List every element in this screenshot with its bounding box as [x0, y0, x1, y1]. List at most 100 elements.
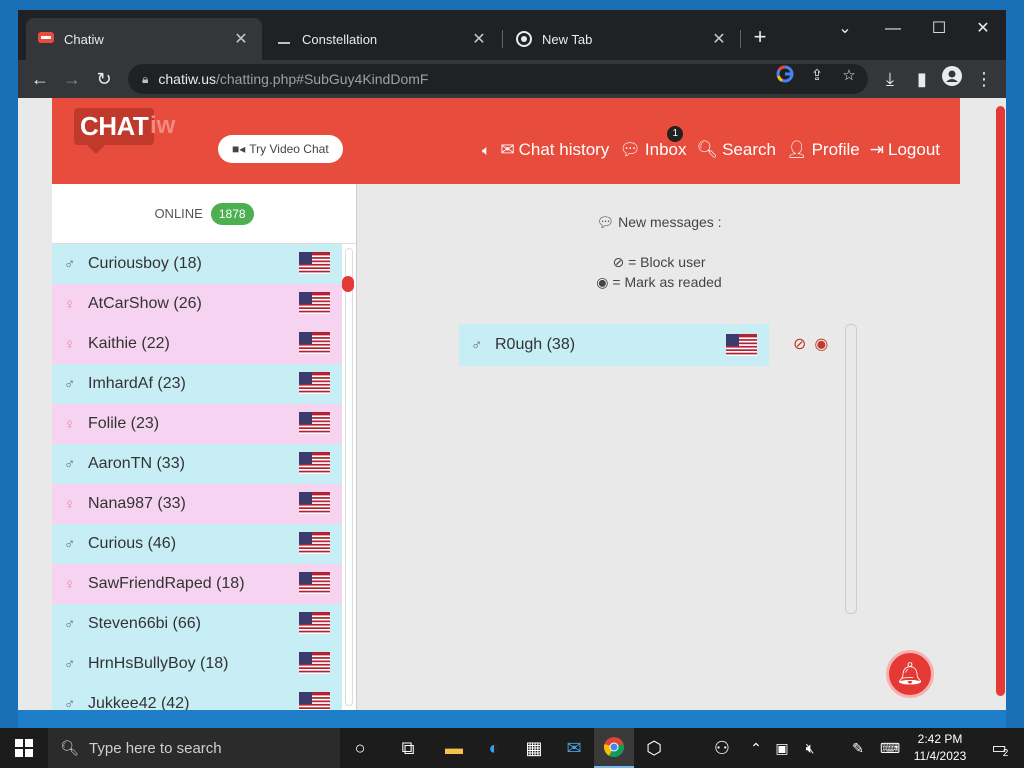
close-tab-icon[interactable]: ✕ — [710, 29, 728, 49]
us-flag-icon — [299, 292, 330, 314]
chatiw-logo[interactable]: CHAT iw — [74, 108, 186, 154]
scrollbar-thumb[interactable] — [342, 276, 354, 292]
task-view-icon[interactable]: ⧉ — [388, 728, 428, 768]
female-icon: ♀ — [64, 415, 76, 433]
user-list-item[interactable]: ♀ Nana987 (33) — [52, 484, 342, 524]
user-list-item[interactable]: ♂ AaronTN (33) — [52, 444, 342, 484]
menu-kebab-icon[interactable]: ⋮ — [970, 65, 998, 93]
chat-app: CHAT iw ■◂ Try Video Chat 🔈︎ ✉ Chat hist… — [52, 98, 960, 710]
block-user-button[interactable]: ⊘ — [793, 334, 806, 354]
windows-taskbar: 🔍︎ Type here to search ○ ⧉ ▬ ◐ ▦ ✉ ⬡ ⚇ ⌃… — [0, 728, 1024, 768]
store-icon[interactable]: ▦ — [514, 728, 554, 768]
file-explorer-icon[interactable]: ▬ — [434, 728, 474, 768]
video-camera-icon: ■◂ — [232, 142, 246, 156]
virtualbox-icon[interactable]: ⬡ — [634, 728, 674, 768]
google-icon[interactable] — [774, 65, 796, 87]
notification-bell-button[interactable]: 🔔︎ — [886, 650, 934, 698]
user-list-item[interactable]: ♂ Curious (46) — [52, 524, 342, 564]
user-list-scrollbar[interactable] — [342, 244, 356, 710]
user-list: ♂ Curiousboy (18) ♀ AtCarShow (26) ♀ Kaithie … — [52, 244, 342, 710]
conversation-actions: ⊘ ◉ — [793, 334, 828, 354]
user-list-item[interactable]: ♀ Kaithie (22) — [52, 324, 342, 364]
tab-search-icon[interactable]: ⌄ — [822, 14, 868, 44]
comment-icon: 💬︎ — [596, 214, 615, 230]
user-list-item[interactable]: ♀ SawFriendRaped (18) — [52, 564, 342, 604]
back-button[interactable]: ← — [26, 65, 54, 93]
us-flag-icon — [299, 492, 330, 514]
user-list-item[interactable]: ♂ ImhardAf (23) — [52, 364, 342, 404]
keyboard-icon[interactable]: ⌨ — [876, 728, 904, 768]
nav-chat-history[interactable]: ✉ Chat history — [500, 140, 609, 160]
comment-icon: 💬︎ — [619, 140, 641, 159]
tab-constellation[interactable]: Constellation ✕ — [264, 18, 500, 60]
blank-favicon-icon — [276, 31, 292, 47]
forward-button[interactable]: → — [58, 65, 86, 93]
tab-strip: Chatiw ✕ Constellation ✕ New Tab ✕ + ⌄ —… — [18, 10, 1006, 60]
share-icon[interactable]: ⇪ — [806, 65, 828, 87]
user-list-item[interactable]: ♂ HrnHsBullyBoy (18) — [52, 644, 342, 684]
user-list-item[interactable]: ♂ Steven66bi (66) — [52, 604, 342, 644]
nav-inbox[interactable]: 💬︎ Inbox 1 — [619, 126, 687, 160]
female-icon: ♀ — [64, 495, 76, 513]
search-icon: 🔍︎ — [696, 140, 719, 159]
nav-search[interactable]: 🔍︎ Search — [697, 140, 776, 160]
user-list-item[interactable]: ♀ AtCarShow (26) — [52, 284, 342, 324]
conversation-scrollbar[interactable] — [845, 324, 857, 614]
nav-profile[interactable]: 👤︎ Profile — [786, 140, 860, 160]
lock-icon: 🔒︎ — [142, 71, 149, 86]
tab-separator — [502, 30, 503, 48]
maximize-button[interactable]: ☐ — [916, 14, 962, 44]
conversation-item[interactable]: ♂ R0ugh (38) — [459, 324, 769, 366]
cortana-icon[interactable]: ○ — [340, 728, 380, 768]
pen-icon[interactable]: ✎ — [844, 728, 872, 768]
volume-muted-icon[interactable]: 🔇︎ — [796, 728, 824, 768]
chrome-taskbar-icon[interactable] — [594, 728, 634, 768]
page-scrollbar[interactable] — [994, 98, 1006, 710]
male-icon: ♂ — [64, 615, 76, 633]
notification-center-icon[interactable]: ▭ 2 — [980, 728, 1020, 768]
user-list-item[interactable]: ♀ Folile (23) — [52, 404, 342, 444]
bookmark-star-icon[interactable]: ☆ — [838, 65, 860, 87]
system-clock[interactable]: 2:42 PM 11/4/2023 — [904, 731, 976, 765]
male-icon: ♂ — [64, 655, 76, 673]
search-icon: 🔍︎ — [60, 740, 80, 757]
online-counter: ONLINE 1878 — [52, 184, 356, 244]
address-bar[interactable]: 🔒︎ chatiw.us/chatting.php#SubGuy4KindDom… — [128, 64, 868, 94]
try-video-chat-button[interactable]: ■◂ Try Video Chat — [218, 135, 343, 163]
us-flag-icon — [299, 252, 330, 274]
windows-start-icon[interactable] — [4, 728, 44, 768]
tab-chatiw[interactable]: Chatiw ✕ — [26, 18, 262, 60]
minimize-button[interactable]: — — [870, 14, 916, 44]
show-hidden-icons-chevron-icon[interactable]: ⌃ — [742, 728, 770, 768]
us-flag-icon — [299, 692, 330, 710]
mute-sound-icon[interactable]: 🔈︎ — [482, 142, 490, 159]
female-icon: ♀ — [64, 295, 76, 313]
download-icon[interactable]: ⤓ — [876, 65, 904, 93]
close-window-button[interactable]: ✕ — [960, 14, 1006, 44]
mark-read-legend: ◉ = Mark as readed — [596, 274, 722, 290]
edge-icon[interactable]: ◐ — [474, 728, 514, 768]
new-messages-heading: 💬︎ New messages : — [596, 214, 722, 230]
tab-new-tab[interactable]: New Tab ✕ — [504, 18, 740, 60]
online-users-sidebar: ONLINE 1878 ♂ Curiousboy (18) ♀ AtCarShow (… — [52, 184, 356, 710]
profile-avatar-icon[interactable] — [938, 65, 966, 93]
tab-title: Chatiw — [64, 31, 104, 47]
new-tab-button[interactable]: + — [746, 24, 774, 52]
mail-icon[interactable]: ✉ — [554, 728, 594, 768]
reload-button[interactable]: ↻ — [90, 65, 118, 93]
mark-as-read-button[interactable]: ◉ — [814, 334, 828, 354]
nav-logout[interactable]: ⇥ Logout — [870, 140, 940, 160]
male-icon: ♂ — [64, 455, 76, 473]
taskbar-search[interactable]: 🔍︎ Type here to search — [48, 728, 340, 768]
male-icon: ♂ — [64, 535, 76, 553]
user-list-item[interactable]: ♂ Curiousboy (18) — [52, 244, 342, 284]
close-tab-icon[interactable]: ✕ — [232, 29, 250, 49]
female-icon: ♀ — [64, 335, 76, 353]
user-list-item[interactable]: ♂ Jukkee42 (42) — [52, 684, 342, 710]
close-tab-icon[interactable]: ✕ — [470, 29, 488, 49]
chatiw-favicon-icon — [38, 31, 54, 47]
side-panel-icon[interactable]: ▮ — [908, 65, 936, 93]
people-icon[interactable]: ⚇ — [702, 728, 742, 768]
network-icon[interactable]: ▣ — [768, 728, 796, 768]
chat-main-panel: 💬︎ New messages : ⊘ = Block user ◉ = Mar… — [356, 184, 960, 710]
